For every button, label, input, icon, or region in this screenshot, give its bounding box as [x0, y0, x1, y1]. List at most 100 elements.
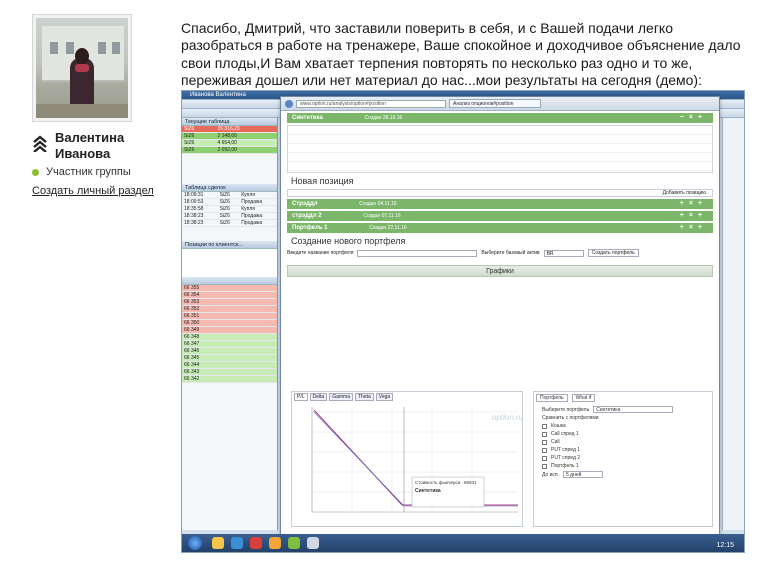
browser-toolbar: www.option.ru/analysis/option#position А…: [281, 97, 719, 111]
chart-tab[interactable]: Theta: [354, 393, 374, 401]
chevron-rank-icon: [33, 135, 47, 152]
section-controls-icon[interactable]: −×+: [680, 113, 707, 123]
checkbox[interactable]: [542, 439, 547, 445]
compare-item[interactable]: Call спред 1: [542, 431, 704, 437]
group-label: Участник группы: [46, 166, 131, 178]
table-cell: Продажа: [239, 212, 277, 220]
section-title: стрэддл 2: [292, 213, 322, 219]
table-row[interactable]: 18:38:23 SiZ6 Продажа: [182, 212, 277, 220]
new-position-title: Новая позиция: [291, 176, 354, 186]
table-cell: SiZ6: [182, 132, 216, 140]
side-tabs: Портфель What if: [534, 392, 712, 404]
checkbox[interactable]: [542, 431, 547, 437]
orderbook-row[interactable]: 66 348: [182, 333, 277, 341]
orderbook-row[interactable]: 66 354: [182, 291, 277, 299]
portfolio-select[interactable]: Синтетика: [593, 406, 674, 413]
section-date: Создан 07.11.16: [363, 213, 401, 219]
orderbook-row[interactable]: 66 342: [182, 375, 277, 383]
chart-tab[interactable]: Delta: [309, 393, 328, 401]
section-title: Портфель 1: [292, 225, 328, 231]
compare-item[interactable]: PUT спред 2: [542, 455, 704, 461]
chart-tab[interactable]: Vega: [375, 393, 394, 401]
chart-tab[interactable]: Gamma: [329, 393, 353, 401]
orderbook-row[interactable]: 66 349: [182, 326, 277, 334]
url-bar[interactable]: www.option.ru/analysis/option#position: [296, 99, 446, 108]
side-tab[interactable]: Портфель: [536, 394, 568, 402]
table-row[interactable]: SiZ6 2 148,00: [182, 132, 277, 140]
compare-item[interactable]: PUT спред 1: [542, 447, 704, 453]
back-icon[interactable]: [285, 99, 293, 108]
section-controls-icon[interactable]: +×+: [680, 223, 707, 233]
author-group: Участник группы: [32, 166, 131, 178]
section-synthetic[interactable]: Синтетика Создан 28.10.16 −×+: [287, 113, 713, 123]
avatar-photo: [36, 18, 128, 118]
orderbook-row[interactable]: 66 351: [182, 312, 277, 320]
table-cell: 18:38:23: [182, 212, 218, 220]
browser-window: www.option.ru/analysis/option#position А…: [280, 96, 720, 536]
compare-item-label: Call: [551, 439, 560, 445]
orderbook-price: 66 351: [182, 312, 277, 320]
table-cell: Купля: [239, 205, 277, 213]
pl-chart-svg: option.ru Стоимость фьючерса 65931 Синте…: [311, 407, 524, 513]
attached-screenshot[interactable]: Иванова Валентина Текущие таблица SiZ6 15…: [181, 90, 745, 553]
checkbox[interactable]: [542, 423, 547, 429]
create-section-link[interactable]: Создать личный раздел: [32, 185, 154, 197]
orderbook-row[interactable]: 66 345: [182, 354, 277, 362]
deals-table: 18:09:31 SiZ6 Купля 18:09:53 SiZ6 Продажа 18:3…: [182, 192, 277, 227]
orderbook-row[interactable]: 66 350: [182, 319, 277, 327]
avatar[interactable]: [32, 14, 132, 122]
base-asset-select[interactable]: BR: [543, 249, 584, 257]
orderbook-header: [182, 277, 277, 285]
create-portfolio-button[interactable]: Создать портфель: [587, 249, 639, 257]
opera-icon[interactable]: [250, 537, 262, 549]
orderbook-price: 66 353: [182, 298, 277, 306]
expiry-label: До исп.: [542, 471, 560, 478]
start-button-icon[interactable]: [188, 536, 202, 550]
orderbook-row[interactable]: 66 344: [182, 361, 277, 369]
table-row[interactable]: 18:35:58 SiZ6 Купля: [182, 205, 277, 213]
orderbook-row[interactable]: 66 347: [182, 340, 277, 348]
table-row[interactable]: SiZ6 2 092,00: [182, 146, 277, 154]
checkbox[interactable]: [542, 447, 547, 453]
compare-item-label: PUT спред 1: [551, 447, 581, 453]
section-straddle[interactable]: Стрэддл Создан 04.11.16 +×+: [287, 199, 713, 209]
orderbook-price: 66 352: [182, 305, 277, 313]
orderbook-row[interactable]: 66 353: [182, 298, 277, 306]
compare-item[interactable]: Кошка: [542, 423, 704, 429]
terminal-right-pane: [722, 118, 744, 530]
browser-tab[interactable]: Анализ опционов#position: [449, 99, 541, 108]
orderbook-row[interactable]: 66 343: [182, 368, 277, 376]
author-name[interactable]: Валентина Иванова: [55, 130, 124, 162]
ie-icon[interactable]: [231, 537, 243, 549]
chart-watermark: option.ru: [492, 413, 522, 422]
section-date: Создан 22.11.16: [369, 225, 407, 231]
app-icon[interactable]: [307, 537, 319, 549]
table-row[interactable]: SiZ6 4 654,00: [182, 139, 277, 147]
expiry-select[interactable]: 5 дней: [563, 471, 604, 478]
compare-item[interactable]: Портфель 1: [542, 463, 704, 469]
section-controls-icon[interactable]: +×+: [680, 199, 707, 209]
portfolio-name-input[interactable]: [357, 249, 478, 257]
checkbox[interactable]: [542, 455, 547, 461]
orderbook-row[interactable]: 66 346: [182, 347, 277, 355]
checkbox[interactable]: [542, 463, 547, 469]
window: [112, 42, 120, 54]
compare-item-label: Кошка: [551, 423, 566, 429]
folder-icon[interactable]: [212, 537, 224, 549]
table-row[interactable]: 18:09:53 SiZ6 Продажа: [182, 198, 277, 206]
compare-item[interactable]: Call: [542, 439, 704, 445]
section-controls-icon[interactable]: +×+: [680, 211, 707, 221]
portfolio-name-label: Введите название портфеля: [287, 250, 354, 256]
table-row[interactable]: 18:38:23 SiZ6 Продажа: [182, 219, 277, 227]
side-tab[interactable]: What if: [571, 394, 596, 402]
chart-tab[interactable]: P/L: [294, 393, 308, 401]
orderbook-price: 66 344: [182, 361, 277, 369]
firefox-icon[interactable]: [269, 537, 281, 549]
terminal-icon[interactable]: [288, 537, 300, 549]
section-portfolio-1[interactable]: Портфель 1 Создан 22.11.16 +×+: [287, 223, 713, 233]
add-position-button[interactable]: Добавить позицию: [287, 189, 713, 197]
section-straddle-2[interactable]: стрэддл 2 Создан 07.11.16 +×+: [287, 211, 713, 221]
section-title: Стрэддл: [292, 201, 318, 207]
orderbook-row[interactable]: 66 352: [182, 305, 277, 313]
orderbook-price: 66 348: [182, 333, 277, 341]
